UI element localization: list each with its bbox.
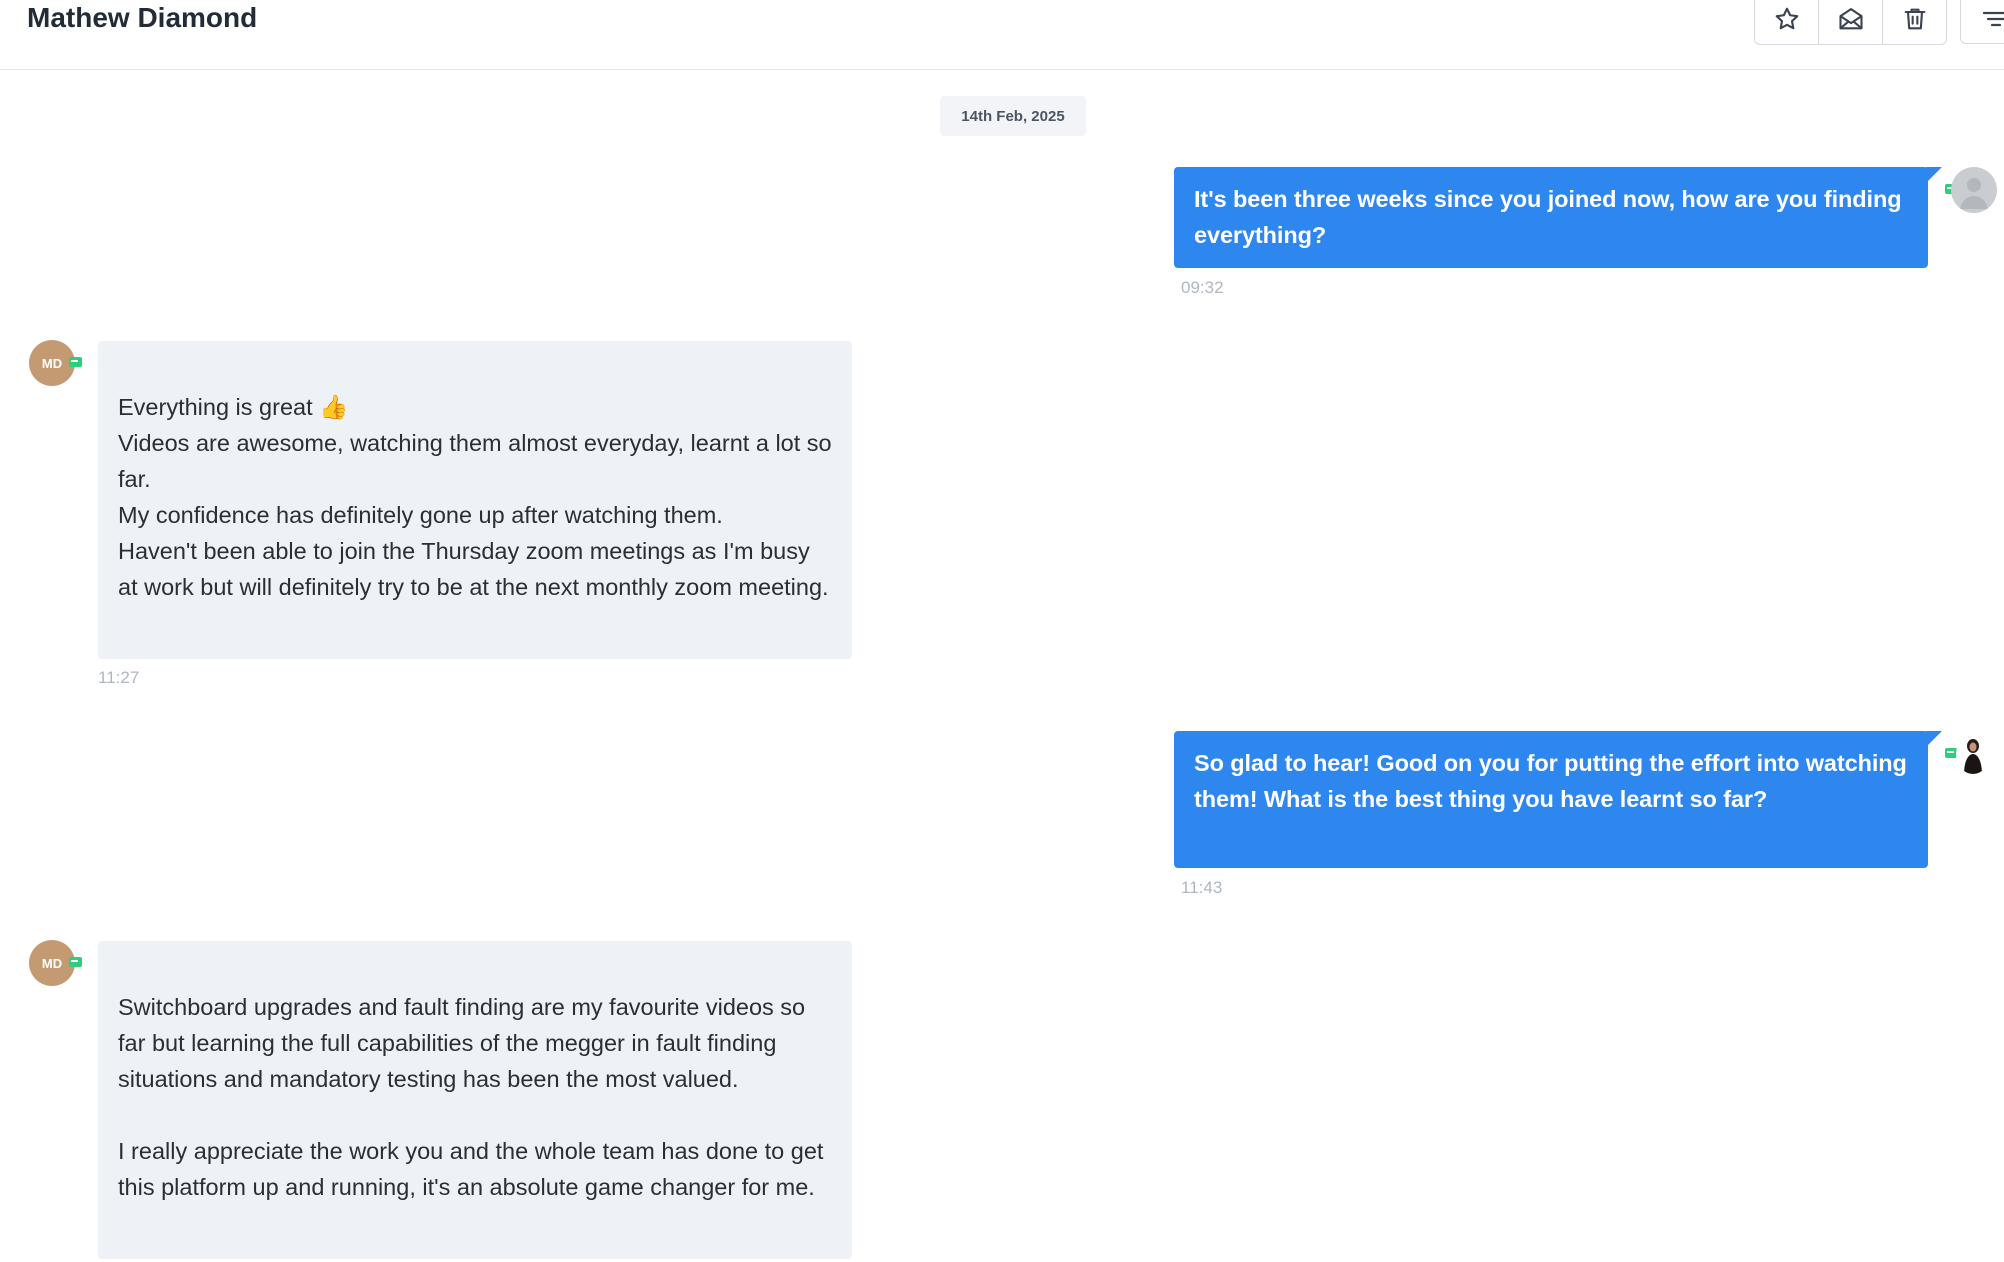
avatar-initials: MD: [41, 355, 63, 371]
message-time: 09:32: [1181, 278, 1224, 297]
conversation-header: Mathew Diamond: [0, 0, 2004, 70]
agent-photo-icon: [1964, 739, 1982, 774]
online-status-icon: [69, 357, 82, 367]
message-incoming: Switchboard upgrades and fault finding a…: [98, 941, 852, 1259]
message-time: 11:27: [98, 668, 140, 687]
mark-read-button[interactable]: [1819, 0, 1883, 44]
message-text: Switchboard upgrades and fault finding a…: [118, 994, 824, 1200]
agent-avatar: [1951, 167, 1997, 213]
star-button[interactable]: [1755, 0, 1819, 44]
message-incoming: Everything is great 👍 Videos are awesome…: [98, 341, 852, 659]
contact-name: Mathew Diamond: [27, 2, 258, 33]
message-text: It's been three weeks since you joined n…: [1194, 186, 1902, 248]
envelope-icon: [1838, 8, 1863, 30]
user-silhouette-icon: [1960, 178, 1988, 209]
agent-avatar: [1956, 734, 1990, 774]
filter-icon: [1982, 11, 2004, 26]
conversation-toolbar: [1754, 0, 1947, 45]
message-text: Everything is great 👍 Videos are awesome…: [118, 394, 832, 600]
trash-icon: [1904, 8, 1925, 30]
message-text: So glad to hear! Good on you for putting…: [1194, 750, 1907, 812]
avatar-initials: MD: [41, 955, 63, 971]
date-separator: 14th Feb, 2025: [940, 96, 1086, 136]
message-outgoing: It's been three weeks since you joined n…: [1174, 167, 1942, 268]
message-time: 11:43: [1181, 878, 1223, 897]
filter-button[interactable]: [1960, 0, 2004, 44]
star-icon: [1775, 7, 1798, 30]
delete-button[interactable]: [1883, 0, 1946, 44]
message-outgoing: So glad to hear! Good on you for putting…: [1174, 731, 1942, 868]
online-status-icon: [69, 957, 82, 967]
